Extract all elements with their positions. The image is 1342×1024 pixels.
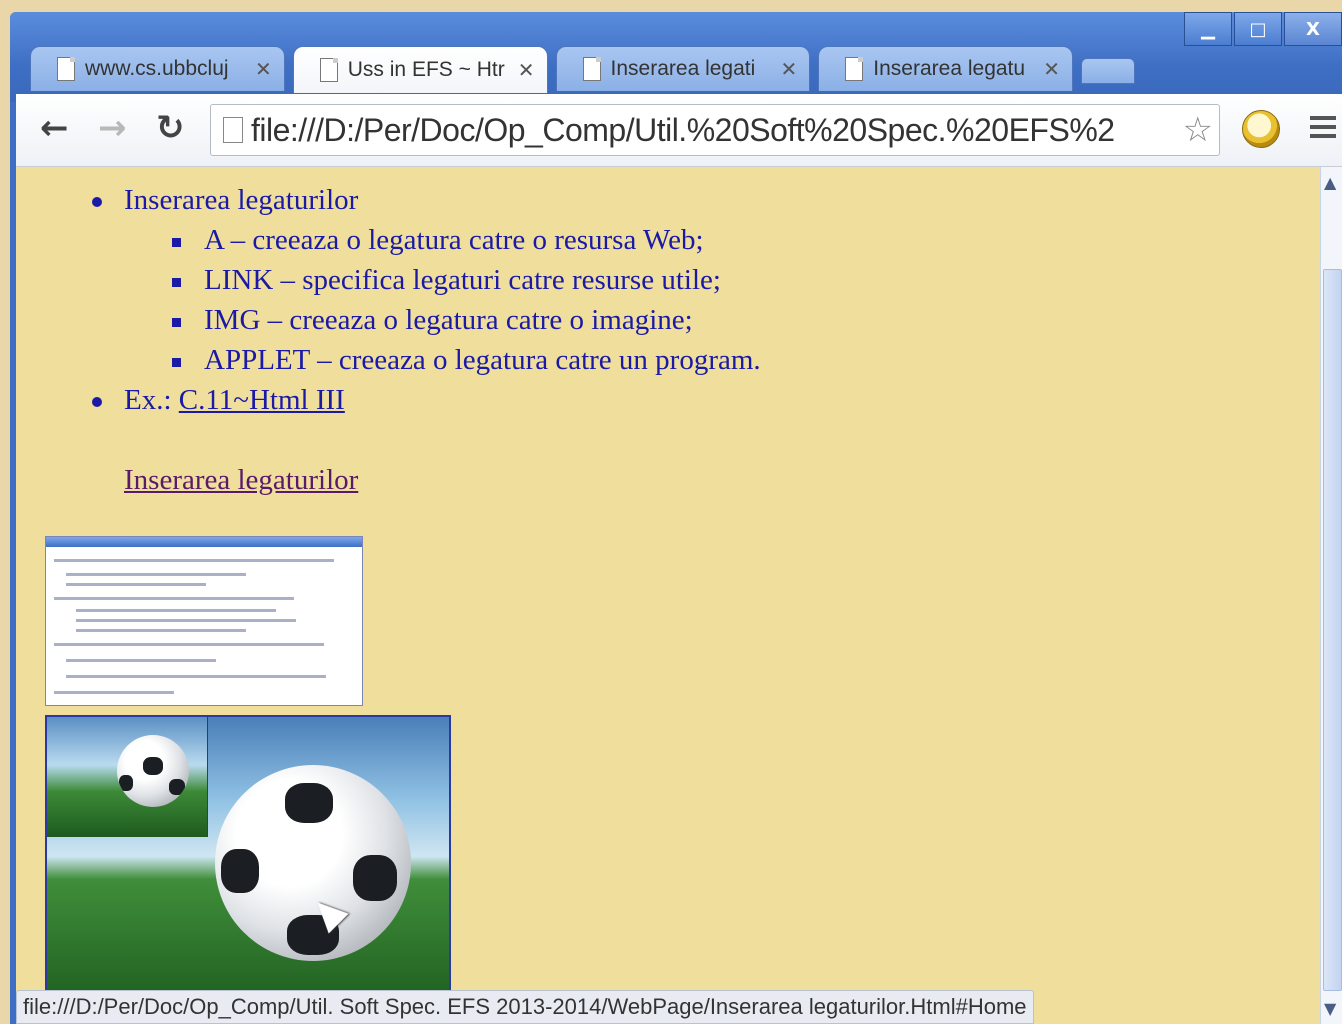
example-label: Ex.:	[124, 384, 172, 416]
tab-3[interactable]: Inserarea legati ✕	[555, 46, 811, 91]
minimize-button[interactable]: ▁	[1184, 12, 1232, 46]
maximize-button[interactable]: □	[1234, 12, 1282, 46]
page-content: Inserarea legaturilor A – creeaza o lega…	[16, 167, 1320, 1024]
tab-strip: www.cs.ubbcluj ✕ Uss in EFS ~ Htr ✕ Inse…	[30, 46, 1136, 93]
bullet-icon	[92, 197, 102, 207]
tab-title: Inserarea legati	[610, 57, 756, 80]
screenshot-thumbnail-image[interactable]	[45, 536, 363, 706]
soccer-ball-icon	[117, 735, 189, 807]
forward-arrow-icon[interactable]: →	[98, 108, 127, 148]
example-item: Ex.: C.11~Html III	[124, 384, 345, 417]
close-tab-icon[interactable]: ✕	[255, 57, 272, 81]
address-url[interactable]: file:///D:/Per/Doc/Op_Comp/Util.%20Soft%…	[251, 112, 1115, 149]
back-arrow-icon[interactable]: ←	[40, 108, 69, 148]
list-item: IMG – creeaza o legatura catre o imagine…	[204, 304, 693, 336]
bullet-icon	[172, 238, 181, 247]
tab-title: www.cs.ubbcluj	[85, 57, 229, 80]
tab-2[interactable]: Uss in EFS ~ Htr ✕	[292, 46, 548, 93]
page-icon	[223, 117, 243, 143]
vertical-scrollbar[interactable]: ▲ ▼	[1320, 167, 1342, 1024]
list-item: LINK – specifica legaturi catre resurse …	[204, 264, 721, 296]
status-bar: file:///D:/Per/Doc/Op_Comp/Util. Soft Sp…	[16, 990, 1034, 1024]
hamburger-menu-icon[interactable]	[1310, 116, 1336, 143]
example-link[interactable]: C.11~Html III	[179, 384, 345, 417]
page-icon	[57, 57, 75, 81]
reload-icon[interactable]: ↻	[156, 108, 185, 148]
close-tab-icon[interactable]: ✕	[518, 58, 535, 82]
window-controls: ▁ □ X	[1182, 12, 1342, 46]
page-icon	[582, 57, 601, 81]
list-item: A – creeaza o legatura catre o resursa W…	[204, 224, 704, 256]
star-icon[interactable]: ☆	[1182, 111, 1213, 149]
bullet-icon	[92, 397, 102, 407]
list-item: Inserarea legaturilor	[124, 184, 359, 216]
close-tab-icon[interactable]: ✕	[781, 57, 798, 81]
section-link[interactable]: Inserarea legaturilor	[124, 464, 358, 497]
soccer-ball-icon	[215, 765, 411, 961]
scrollbar-thumb[interactable]	[1323, 269, 1342, 991]
close-window-button[interactable]: X	[1284, 12, 1342, 46]
tab-1[interactable]: www.cs.ubbcluj ✕	[30, 46, 285, 91]
new-tab-button[interactable]	[1081, 58, 1136, 84]
bullet-icon	[172, 318, 181, 327]
address-bar[interactable]: file:///D:/Per/Doc/Op_Comp/Util.%20Soft%…	[210, 104, 1220, 156]
bullet-icon	[172, 358, 181, 367]
tab-title: Uss in EFS ~ Htr	[347, 58, 505, 81]
soccer-ball-thumbnail	[47, 717, 208, 837]
page-icon	[845, 57, 864, 81]
soccer-ball-image[interactable]	[45, 715, 451, 1009]
alarm-clock-icon[interactable]	[1242, 110, 1280, 148]
page-icon	[319, 58, 338, 82]
section-link-row: Inserarea legaturilor	[124, 464, 358, 497]
title-bar: ▁ □ X www.cs.ubbcluj ✕ Uss in EFS ~ Htr …	[10, 12, 1342, 102]
browser-window: ▁ □ X www.cs.ubbcluj ✕ Uss in EFS ~ Htr …	[10, 12, 1342, 1024]
scroll-up-icon[interactable]: ▲	[1324, 173, 1336, 192]
tab-4[interactable]: Inserarea legatu ✕	[818, 46, 1074, 91]
list-item: APPLET – creeaza o legatura catre un pro…	[204, 344, 761, 376]
bullet-icon	[172, 278, 181, 287]
scroll-down-icon[interactable]: ▼	[1324, 999, 1336, 1018]
navigation-toolbar: ← → ↻ file:///D:/Per/Doc/Op_Comp/Util.%2…	[16, 94, 1342, 167]
tab-title: Inserarea legatu	[873, 57, 1026, 80]
close-tab-icon[interactable]: ✕	[1043, 57, 1060, 81]
